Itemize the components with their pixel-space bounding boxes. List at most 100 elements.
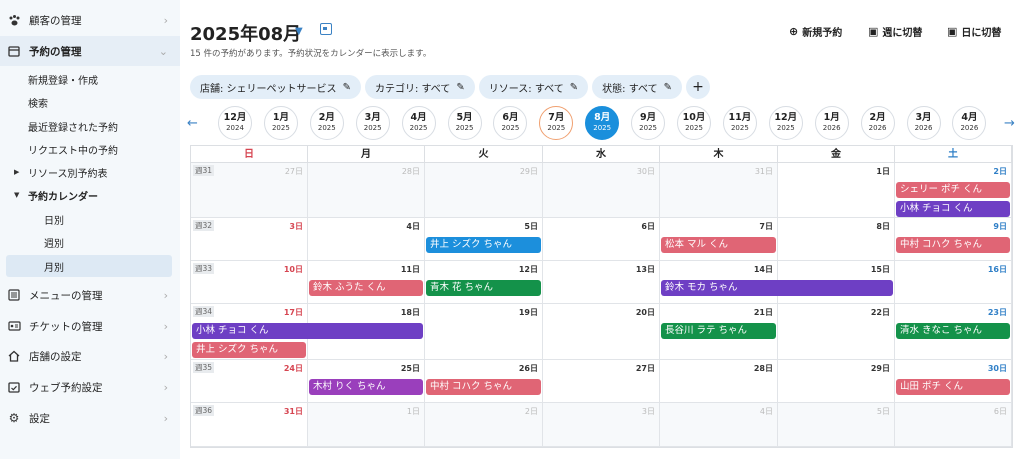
reservation-event[interactable]: 中村 コハク ちゃん — [426, 379, 541, 395]
month-pill[interactable]: 5月 2025 — [447, 106, 482, 140]
month-pill[interactable]: 1月 2026 — [814, 106, 849, 140]
month-pill[interactable]: 1月 2025 — [263, 106, 298, 140]
reservation-event[interactable]: 中村 コハク ちゃん — [896, 237, 1010, 253]
month-pill[interactable]: 6月 2025 — [493, 106, 528, 140]
day-cell[interactable]: 1日 — [778, 163, 895, 218]
day-number: 27日 — [635, 364, 655, 373]
new-reservation-button[interactable]: ⊕ 新規予約 — [789, 24, 842, 39]
month-pill[interactable]: 12月 2024 — [218, 106, 252, 140]
day-cell[interactable]: 週36 31日 — [191, 403, 308, 447]
day-cell[interactable]: 6日 — [543, 218, 660, 261]
month-pill[interactable]: 4月 2026 — [952, 106, 987, 140]
day-cell[interactable]: 29日 — [778, 360, 895, 403]
reservation-event[interactable]: 長谷川 ラテ ちゃん — [661, 323, 776, 339]
pencil-icon: ✎ — [342, 81, 351, 93]
month-pill[interactable]: 8月 2025 — [585, 106, 620, 140]
day-cell[interactable]: 6日 — [895, 403, 1012, 447]
reservation-event[interactable]: 青木 花 ちゃん — [426, 280, 541, 296]
filter-store-chip[interactable]: 店舗: シェリーペットサービス ✎ — [190, 75, 361, 99]
sidebar-sub-search[interactable]: 検索 — [6, 91, 172, 113]
reservation-event[interactable]: 井上 シズク ちゃん — [426, 237, 541, 253]
day-cell[interactable]: 週32 3日 — [191, 218, 308, 261]
day-cell[interactable]: 19日 — [425, 304, 543, 360]
reservation-event[interactable]: 小林 チョコ くん — [896, 201, 1010, 217]
next-arrow-icon[interactable]: → — [1004, 116, 1015, 131]
sidebar-sub-requesting[interactable]: リクエスト中の予約 — [6, 138, 172, 160]
sidebar-sub-monthly[interactable]: 月別 — [6, 255, 172, 277]
day-cell[interactable]: 27日 — [543, 360, 660, 403]
day-cell[interactable]: 8日 — [778, 218, 895, 261]
day-cell[interactable]: 週33 10日 — [191, 261, 308, 304]
sidebar-sub-weekly[interactable]: 週別 — [6, 231, 172, 253]
month-pill[interactable]: 2月 2025 — [309, 106, 344, 140]
filter-category-chip[interactable]: カテゴリ: すべて ✎ — [364, 75, 475, 99]
reservation-event[interactable]: 木村 りく ちゃん — [309, 379, 423, 395]
sidebar-item-label: メニューの管理 — [29, 289, 103, 302]
month-pill[interactable]: 10月 2025 — [677, 106, 711, 140]
sidebar-item-web[interactable]: ウェブ予約設定 › — [0, 372, 180, 402]
filter-status-chip[interactable]: 状態: すべて ✎ — [592, 75, 682, 99]
id-card-icon — [7, 319, 21, 333]
reservation-event[interactable]: 松本 マル くん — [661, 237, 776, 253]
month-dropdown-icon[interactable]: ▼ — [295, 26, 303, 37]
sidebar-item-reservation[interactable]: 予約の管理 ⌄ — [0, 36, 180, 66]
calendar-picker-icon[interactable] — [320, 23, 332, 35]
day-cell[interactable]: 31日 — [660, 163, 778, 218]
month-pill[interactable]: 7月 2025 — [539, 106, 574, 140]
reservation-event[interactable]: 清水 きなこ ちゃん — [896, 323, 1010, 339]
day-cell[interactable]: 29日 — [425, 163, 543, 218]
filter-bar: 店舗: シェリーペットサービス ✎ カテゴリ: すべて ✎ リソース: すべて ✎ 状… — [190, 75, 710, 99]
reservation-event[interactable]: 小林 チョコ くん — [192, 323, 423, 339]
day-cell[interactable]: 4日 — [660, 403, 778, 447]
add-filter-button[interactable]: + — [685, 75, 710, 99]
switch-day-button[interactable]: ▣ 日に切替 — [947, 24, 1001, 39]
sidebar-sub-daily[interactable]: 日別 — [6, 208, 172, 230]
sidebar-sub-recent[interactable]: 最近登録された予約 — [6, 115, 172, 137]
day-cell[interactable]: 週35 24日 — [191, 360, 308, 403]
month-label: 7月 — [548, 112, 565, 123]
reservation-event[interactable]: シェリー ポチ くん — [896, 182, 1010, 198]
chevron-right-icon: › — [163, 349, 168, 363]
month-pill[interactable]: 12月 2025 — [768, 106, 803, 140]
reservation-event[interactable]: 鈴木 ふうた くん — [309, 280, 423, 296]
sidebar-sub-by-resource[interactable]: ▶ リソース別予約表 — [6, 161, 172, 183]
sidebar-item-store[interactable]: 店舗の設定 › — [0, 341, 180, 371]
month-pill[interactable]: 2月 2026 — [860, 106, 895, 140]
sidebar-sub-new[interactable]: 新規登録・作成 — [6, 68, 172, 90]
day-number: 9日 — [993, 222, 1007, 231]
day-cell[interactable]: 16日 — [895, 261, 1012, 304]
reservation-event[interactable]: 井上 シズク ちゃん — [192, 342, 306, 358]
sidebar-sub-calendar[interactable]: ▼ 予約カレンダー — [6, 184, 172, 206]
day-cell[interactable]: 30日 — [543, 163, 660, 218]
day-cell[interactable]: 22日 — [778, 304, 895, 360]
sidebar-item-label: チケットの管理 — [29, 320, 103, 333]
month-pill[interactable]: 11月 2025 — [722, 106, 757, 140]
sidebar-item-ticket[interactable]: チケットの管理 › — [0, 311, 180, 341]
day-cell[interactable]: 3日 — [543, 403, 660, 447]
chip-label: 状態: すべて — [602, 83, 658, 95]
switch-week-button[interactable]: ▣ 週に切替 — [868, 24, 922, 39]
day-cell[interactable]: 2日 — [425, 403, 543, 447]
month-pill[interactable]: 3月 2025 — [355, 106, 390, 140]
day-cell[interactable]: 4日 — [308, 218, 425, 261]
day-cell[interactable]: 28日 — [308, 163, 425, 218]
month-pill[interactable]: 9月 2025 — [631, 106, 666, 140]
prev-arrow-icon[interactable]: ← — [187, 116, 198, 131]
month-pill[interactable]: 3月 2026 — [906, 106, 941, 140]
reservation-event[interactable]: 鈴木 モカ ちゃん — [661, 280, 893, 296]
day-cell[interactable]: 13日 — [543, 261, 660, 304]
week-number: 週35 — [193, 362, 215, 373]
day-cell[interactable]: 1日 — [308, 403, 425, 447]
year-label: 2025 — [547, 124, 566, 132]
sidebar-item-customer[interactable]: 顧客の管理 › — [0, 5, 180, 35]
month-pill[interactable]: 4月 2025 — [401, 106, 436, 140]
day-cell[interactable]: 5日 — [778, 403, 895, 447]
day-cell[interactable]: 週31 27日 — [191, 163, 308, 218]
filter-resource-chip[interactable]: リソース: すべて ✎ — [478, 75, 589, 99]
sidebar-item-menu[interactable]: メニューの管理 › — [0, 280, 180, 310]
day-cell[interactable]: 20日 — [543, 304, 660, 360]
reservation-event[interactable]: 山田 ポチ くん — [896, 379, 1010, 395]
sidebar-item-settings[interactable]: ⚙ 設定 › — [0, 403, 180, 433]
chevron-right-icon: › — [163, 288, 168, 302]
day-cell[interactable]: 28日 — [660, 360, 778, 403]
